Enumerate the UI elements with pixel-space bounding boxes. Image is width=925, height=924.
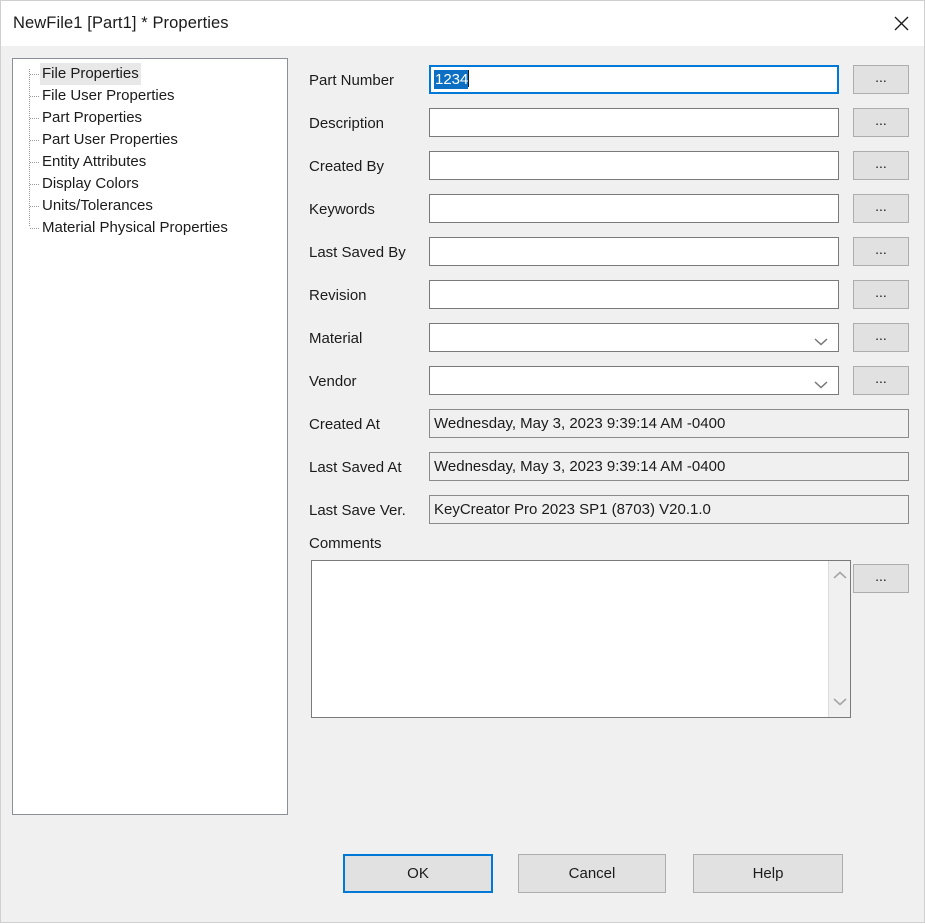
tree-item-label: File Properties (40, 63, 141, 85)
chevron-down-icon[interactable] (814, 376, 828, 393)
chevron-down-icon[interactable] (814, 333, 828, 350)
title-bar: NewFile1 [Part1] * Properties (1, 1, 924, 46)
text-caret (468, 70, 470, 87)
tree-item-label: Part User Properties (42, 131, 178, 148)
properties-dialog: NewFile1 [Part1] * Properties File Prope… (0, 0, 925, 923)
tree-item-part-properties[interactable]: Part Properties (13, 107, 287, 129)
tree-branch-line (30, 228, 39, 229)
browse-button-description[interactable]: ... (853, 108, 909, 137)
close-button[interactable] (878, 1, 924, 45)
input-last-saved-by[interactable] (429, 237, 839, 266)
label-material: Material (309, 330, 363, 347)
value-part-number: 1234 (434, 70, 470, 90)
tree-branch-line (30, 184, 39, 185)
label-last-saved-by: Last Saved By (309, 244, 406, 261)
label-created-by: Created By (309, 158, 385, 175)
tree-branch-line (30, 162, 39, 163)
tree-branch-line (30, 74, 39, 75)
input-created-by[interactable] (429, 151, 839, 180)
label-created-at: Created At (309, 416, 380, 433)
combo-vendor[interactable] (429, 366, 839, 395)
label-revision: Revision (309, 287, 367, 304)
value-created-at: Wednesday, May 3, 2023 9:39:14 AM -0400 (434, 415, 726, 432)
tree-item-display-colors[interactable]: Display Colors (13, 173, 287, 195)
label-last-saved-at: Last Saved At (309, 459, 402, 476)
comments-browse-button[interactable]: ... (853, 564, 909, 593)
readonly-last-saved-at: Wednesday, May 3, 2023 9:39:14 AM -0400 (429, 452, 909, 481)
comments-label: Comments (309, 535, 382, 552)
input-description[interactable] (429, 108, 839, 137)
browse-button-vendor[interactable]: ... (853, 366, 909, 395)
browse-button-last-saved-by[interactable]: ... (853, 237, 909, 266)
tree-item-units-tolerances[interactable]: Units/Tolerances (13, 195, 287, 217)
close-icon (894, 16, 909, 31)
tree-branch-line (30, 96, 39, 97)
selected-text: 1234 (434, 70, 469, 89)
tree-inner: File Properties File User Properties Part … (13, 59, 287, 239)
tree-item-part-user-properties[interactable]: Part User Properties (13, 129, 287, 151)
comments-scrollbar[interactable] (828, 561, 850, 717)
window-title: NewFile1 [Part1] * Properties (13, 14, 229, 32)
tree-item-label: Entity Attributes (42, 153, 147, 170)
chevron-up-icon[interactable] (832, 567, 847, 585)
input-keywords[interactable] (429, 194, 839, 223)
tree-branch-line (30, 206, 39, 207)
label-description: Description (309, 115, 385, 132)
label-keywords: Keywords (309, 201, 375, 218)
comments-textarea[interactable] (311, 560, 851, 718)
readonly-created-at: Wednesday, May 3, 2023 9:39:14 AM -0400 (429, 409, 909, 438)
input-revision[interactable] (429, 280, 839, 309)
combo-material[interactable] (429, 323, 839, 352)
tree-branch-line (30, 118, 39, 119)
label-vendor: Vendor (309, 373, 357, 390)
cancel-button[interactable]: Cancel (518, 854, 666, 893)
tree-item-file-user-properties[interactable]: File User Properties (13, 85, 287, 107)
help-button[interactable]: Help (693, 854, 843, 893)
tree-item-entity-attributes[interactable]: Entity Attributes (13, 151, 287, 173)
label-last-save-ver: Last Save Ver. (309, 502, 406, 519)
tree-item-label: Units/Tolerances (42, 197, 153, 214)
value-last-saved-at: Wednesday, May 3, 2023 9:39:14 AM -0400 (434, 458, 726, 475)
ok-button[interactable]: OK (343, 854, 493, 893)
value-last-save-ver: KeyCreator Pro 2023 SP1 (8703) V20.1.0 (434, 501, 711, 518)
browse-button-part-number[interactable]: ... (853, 65, 909, 94)
browse-button-material[interactable]: ... (853, 323, 909, 352)
chevron-down-icon[interactable] (832, 693, 847, 711)
tree-branch-line (30, 140, 39, 141)
tree-item-file-properties[interactable]: File Properties (13, 63, 287, 85)
label-part-number: Part Number (309, 72, 395, 89)
browse-button-revision[interactable]: ... (853, 280, 909, 309)
tree-item-label: Display Colors (42, 175, 139, 192)
readonly-last-save-ver: KeyCreator Pro 2023 SP1 (8703) V20.1.0 (429, 495, 909, 524)
input-part-number[interactable]: 1234 (429, 65, 839, 94)
tree-item-material-physical-properties[interactable]: Material Physical Properties (13, 217, 287, 239)
properties-category-tree[interactable]: File Properties File User Properties Part … (12, 58, 288, 815)
tree-item-label: Material Physical Properties (42, 219, 228, 236)
browse-button-keywords[interactable]: ... (853, 194, 909, 223)
tree-item-label: Part Properties (42, 109, 143, 126)
tree-item-label: File User Properties (42, 87, 175, 104)
browse-button-created-by[interactable]: ... (853, 151, 909, 180)
